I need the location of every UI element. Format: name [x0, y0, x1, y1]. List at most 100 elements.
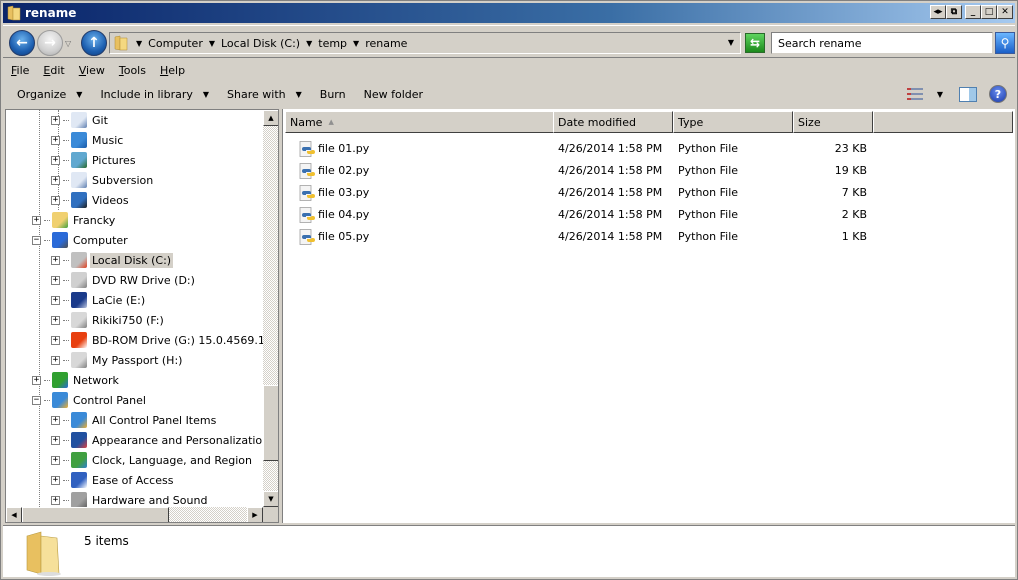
file-row[interactable]: file 02.py 4/26/2014 1:58 PM Python File 19… [283, 160, 883, 182]
tree-item[interactable]: + Pictures [51, 150, 138, 170]
expand-icon[interactable]: + [51, 155, 60, 165]
view-options-dropdown[interactable]: ▼ [937, 90, 943, 99]
expand-icon[interactable]: + [51, 195, 60, 205]
tree-item[interactable]: + DVD RW Drive (D:) [51, 270, 197, 290]
tree-item[interactable]: + BD-ROM Drive (G:) 15.0.4569.1506 [51, 330, 263, 350]
forward-button[interactable]: → [37, 30, 63, 56]
up-button[interactable]: ↑ [81, 30, 107, 56]
column-header-type[interactable]: Type [673, 111, 793, 133]
expand-icon[interactable]: + [51, 255, 60, 265]
search-input[interactable]: Search rename [771, 32, 993, 54]
maximize-button[interactable]: □ [981, 5, 997, 19]
file-row[interactable]: file 04.py 4/26/2014 1:58 PM Python File 2 … [283, 204, 883, 226]
help-icon[interactable]: ? [989, 85, 1007, 103]
expand-icon[interactable]: + [51, 335, 60, 345]
expand-icon[interactable]: + [32, 215, 41, 225]
address-bar[interactable]: ▼ Computer ▼ Local Disk (C:) ▼ temp ▼ re… [109, 32, 741, 54]
tree-item[interactable]: + Ease of Access [51, 470, 175, 490]
tree-item[interactable]: + Videos [51, 190, 131, 210]
tree-item[interactable]: + Clock, Language, and Region [51, 450, 254, 470]
expand-icon[interactable]: + [51, 315, 60, 325]
breadcrumb-rename[interactable]: ▼ rename [351, 37, 407, 50]
column-header-date-modified[interactable]: Date modified [553, 111, 673, 133]
expand-icon[interactable]: + [51, 175, 60, 185]
scroll-thumb[interactable] [22, 507, 169, 522]
organize-button[interactable]: Organize ▼ [17, 88, 82, 101]
chevron-down-icon[interactable]: ▼ [353, 39, 359, 48]
tree-item[interactable]: − Control Panel [32, 390, 148, 410]
change-view-icon[interactable] [906, 88, 923, 100]
tree-item[interactable]: + Hardware and Sound [51, 490, 209, 507]
scroll-right-button[interactable]: ▶ [247, 507, 263, 522]
tree-item[interactable]: − Computer [32, 230, 130, 250]
recent-pages-dropdown[interactable]: ▽ [65, 39, 71, 48]
breadcrumb-local-disk[interactable]: ▼ Local Disk (C:) [207, 37, 300, 50]
menu-help[interactable]: Help [160, 64, 185, 77]
tree-vertical-scrollbar[interactable]: ▲ ▼ [263, 110, 278, 507]
expand-icon[interactable]: + [51, 415, 60, 425]
breadcrumb-label[interactable]: temp [318, 37, 347, 50]
scroll-up-button[interactable]: ▲ [263, 110, 278, 126]
tree-item[interactable]: + Music [51, 130, 125, 150]
tree-item[interactable]: + Appearance and Personalization [51, 430, 263, 450]
tree-item[interactable]: + My Passport (H:) [51, 350, 184, 370]
menu-tools[interactable]: Tools [119, 64, 146, 77]
chevron-down-icon: ▼ [202, 89, 210, 99]
menu-view[interactable]: View [79, 64, 105, 77]
search-button[interactable]: ⚲ [995, 32, 1015, 54]
expand-icon[interactable]: + [51, 355, 60, 365]
tree-item[interactable]: + All Control Panel Items [51, 410, 218, 430]
collapse-icon[interactable]: − [32, 235, 41, 245]
menu-file[interactable]: File [11, 64, 29, 77]
expand-icon[interactable]: + [51, 295, 60, 305]
chevron-down-icon[interactable]: ▼ [306, 39, 312, 48]
file-row[interactable]: file 01.py 4/26/2014 1:58 PM Python File 23… [283, 138, 883, 160]
new-folder-button[interactable]: New folder [364, 88, 423, 101]
tree-item[interactable]: + Local Disk (C:) [51, 250, 174, 270]
column-header-name[interactable]: Name ▲ [285, 111, 555, 133]
scroll-thumb[interactable] [263, 385, 278, 461]
expand-icon[interactable]: + [51, 455, 60, 465]
expand-icon[interactable]: + [51, 435, 60, 445]
breadcrumb-label[interactable]: Local Disk (C:) [221, 37, 300, 50]
close-button[interactable]: ✕ [997, 5, 1013, 19]
file-row[interactable]: file 03.py 4/26/2014 1:58 PM Python File 7 … [283, 182, 883, 204]
share-with-button[interactable]: Share with ▼ [227, 88, 302, 101]
burn-button[interactable]: Burn [320, 88, 346, 101]
restore-right-button[interactable]: ⧉ [946, 5, 962, 19]
column-header-size[interactable]: Size [793, 111, 873, 133]
expand-icon[interactable]: + [51, 495, 60, 505]
expand-icon[interactable]: + [32, 375, 41, 385]
title-bar[interactable]: rename ◂▸ ⧉ _ □ ✕ [3, 3, 1015, 23]
window-title: rename [25, 6, 77, 20]
tree-item[interactable]: + Francky [32, 210, 117, 230]
tree-horizontal-scrollbar[interactable]: ◀ ▶ [6, 507, 263, 522]
restore-left-button[interactable]: ◂▸ [930, 5, 946, 19]
preview-pane-icon[interactable] [959, 86, 977, 102]
back-button[interactable]: ← [9, 30, 35, 56]
breadcrumb-label[interactable]: Computer [148, 37, 203, 50]
expand-icon[interactable]: + [51, 115, 60, 125]
expand-icon[interactable]: + [51, 475, 60, 485]
address-history-dropdown[interactable]: ▼ [728, 38, 734, 47]
scroll-down-button[interactable]: ▼ [263, 491, 278, 507]
expand-icon[interactable]: + [51, 275, 60, 285]
tree-item[interactable]: + Subversion [51, 170, 155, 190]
scroll-left-button[interactable]: ◀ [6, 507, 22, 522]
tree-item[interactable]: + Git [51, 110, 110, 130]
refresh-button[interactable]: ⇆ [745, 33, 765, 53]
tree-item[interactable]: + LaCie (E:) [51, 290, 147, 310]
menu-edit[interactable]: Edit [43, 64, 64, 77]
tree-item[interactable]: + Rikiki750 (F:) [51, 310, 166, 330]
tree-item[interactable]: + Network [32, 370, 121, 390]
collapse-icon[interactable]: − [32, 395, 41, 405]
expand-icon[interactable]: + [51, 135, 60, 145]
chevron-down-icon[interactable]: ▼ [209, 39, 215, 48]
breadcrumb-computer[interactable]: ▼ Computer [134, 37, 203, 50]
breadcrumb-label[interactable]: rename [365, 37, 407, 50]
include-in-library-button[interactable]: Include in library ▼ [100, 88, 209, 101]
chevron-down-icon[interactable]: ▼ [136, 39, 142, 48]
file-row[interactable]: file 05.py 4/26/2014 1:58 PM Python File 1 … [283, 226, 883, 248]
breadcrumb-temp[interactable]: ▼ temp [304, 37, 347, 50]
minimize-button[interactable]: _ [965, 5, 981, 19]
